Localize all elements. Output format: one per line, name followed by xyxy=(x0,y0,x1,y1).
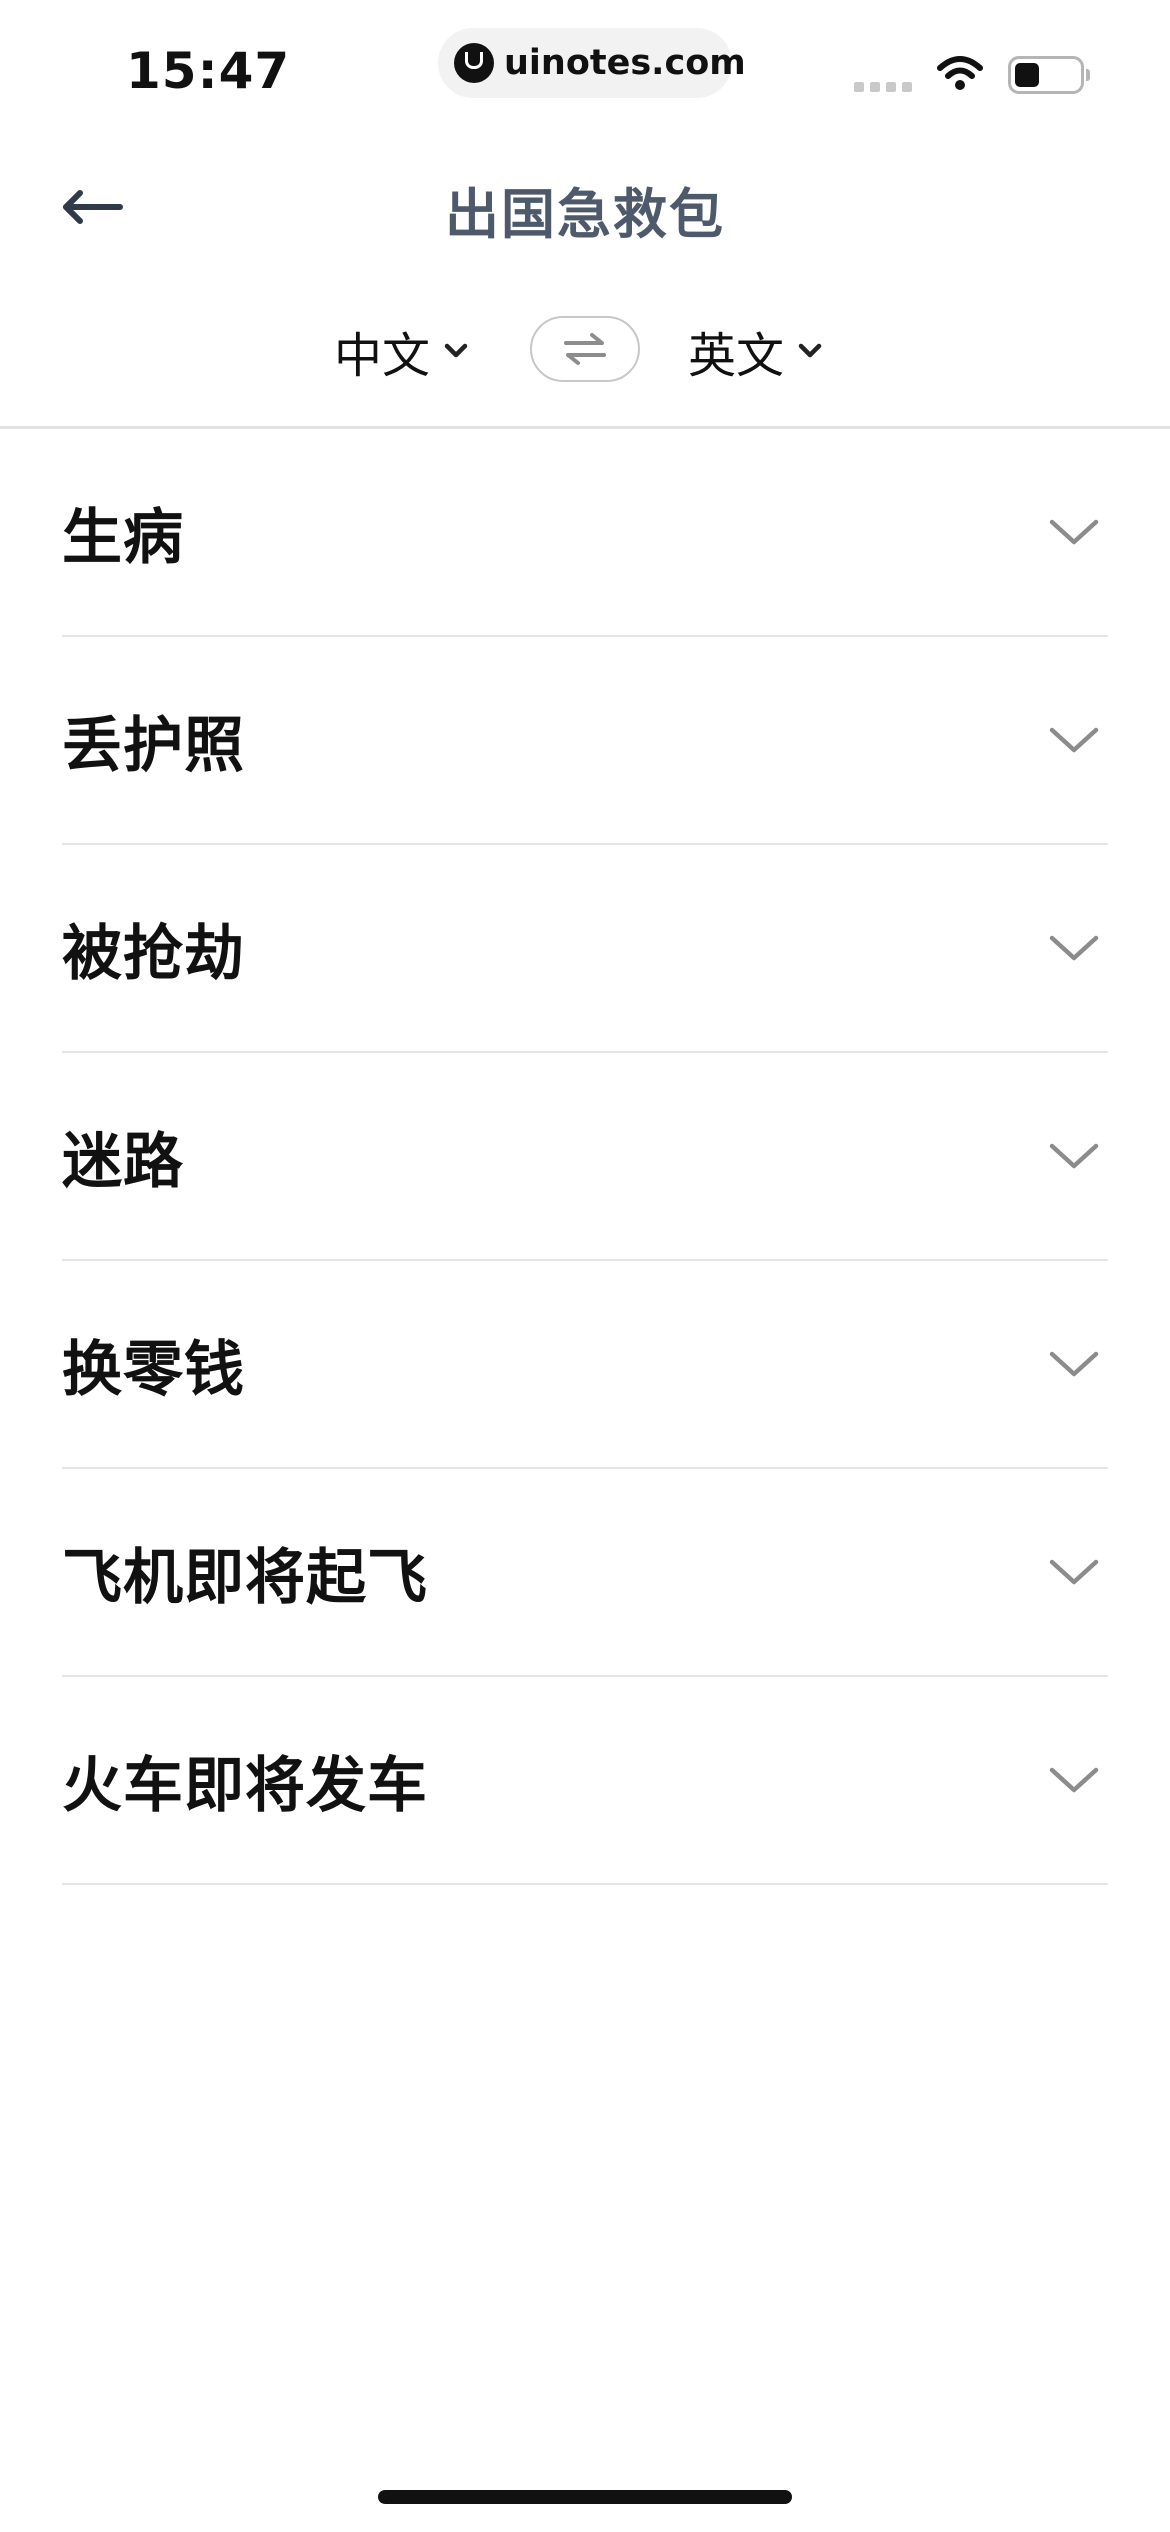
cellular-signal-icon xyxy=(854,82,912,92)
url-text: uinotes.com xyxy=(504,43,746,83)
wifi-icon xyxy=(937,56,983,90)
chevron-down-icon xyxy=(1048,1557,1100,1587)
home-indicator xyxy=(378,2490,792,2504)
topic-item-lost-way[interactable]: 迷路 xyxy=(62,1053,1108,1261)
topic-list: 生病 丢护照 被抢劫 迷路 换零钱 飞机即将起飞 火车即将发车 xyxy=(62,429,1108,1885)
language-selector: 中文 英文 xyxy=(0,312,1170,390)
target-language-label: 英文 xyxy=(688,328,785,384)
chevron-down-icon xyxy=(1048,1349,1100,1379)
status-bar: 15:47 uinotes.com xyxy=(0,0,1170,130)
topic-item-exchange-change[interactable]: 换零钱 xyxy=(62,1261,1108,1469)
topic-label: 飞机即将起飞 xyxy=(62,1542,428,1613)
chevron-down-icon xyxy=(1048,933,1100,963)
page-title: 出国急救包 xyxy=(445,183,725,246)
site-logo-icon xyxy=(454,43,494,83)
chevron-down-icon xyxy=(1048,517,1100,547)
chevron-down-icon xyxy=(798,343,822,359)
topic-item-train-departing[interactable]: 火车即将发车 xyxy=(62,1677,1108,1885)
swap-arrows-icon xyxy=(564,333,606,365)
topic-item-lost-passport[interactable]: 丢护照 xyxy=(62,637,1108,845)
chevron-down-icon xyxy=(1048,1765,1100,1795)
topic-label: 丢护照 xyxy=(62,710,245,781)
source-language-select[interactable]: 中文 xyxy=(334,312,468,390)
swap-languages-button[interactable] xyxy=(530,316,640,382)
status-time: 15:47 xyxy=(126,42,291,100)
source-language-label: 中文 xyxy=(334,328,431,384)
chevron-down-icon xyxy=(444,343,468,359)
battery-icon xyxy=(1008,56,1090,94)
chevron-down-icon xyxy=(1048,1141,1100,1171)
target-language-select[interactable]: 英文 xyxy=(688,312,822,390)
url-pill[interactable]: uinotes.com xyxy=(438,28,746,98)
topic-label: 迷路 xyxy=(62,1126,184,1197)
topic-item-sick[interactable]: 生病 xyxy=(62,429,1108,637)
topic-item-plane-departing[interactable]: 飞机即将起飞 xyxy=(62,1469,1108,1677)
chevron-down-icon xyxy=(1048,725,1100,755)
topic-label: 被抢劫 xyxy=(62,918,245,989)
topic-label: 火车即将发车 xyxy=(62,1750,428,1821)
topic-label: 生病 xyxy=(62,502,184,573)
topic-label: 换零钱 xyxy=(62,1334,245,1405)
topic-item-robbed[interactable]: 被抢劫 xyxy=(62,845,1108,1053)
